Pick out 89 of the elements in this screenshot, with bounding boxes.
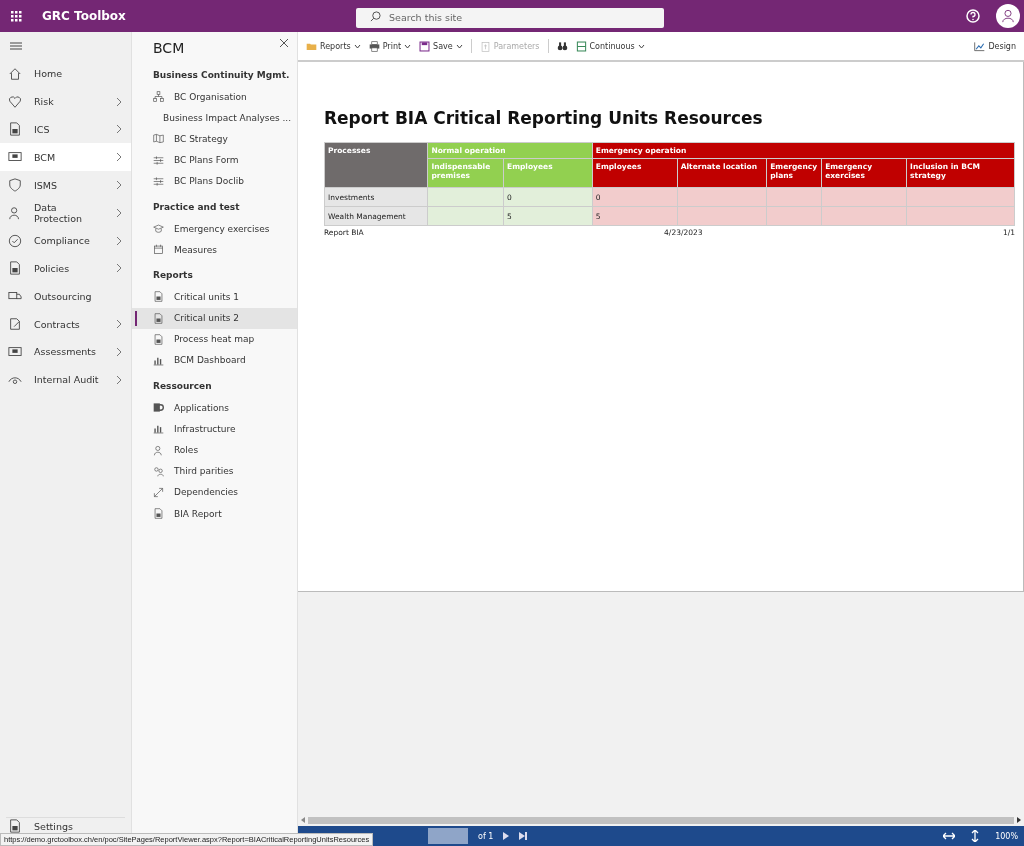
subnav-item[interactable]: BCM Dashboard [132, 349, 297, 372]
document-icon [8, 261, 22, 276]
report-icon [153, 508, 164, 520]
subnav-item[interactable]: Measures [132, 239, 297, 261]
subnav-item[interactable]: BC Plans Doclib [132, 170, 297, 192]
report-icon [153, 312, 164, 324]
person-icon [153, 444, 164, 456]
nav-item[interactable]: Assessments [0, 337, 131, 366]
subnav-item[interactable]: Third parities [132, 460, 297, 482]
panel-title: BCM [153, 40, 185, 58]
report-icon [153, 291, 164, 303]
subnav-item[interactable]: BIA Report [132, 503, 297, 525]
last-page-icon[interactable] [519, 832, 528, 840]
nav-item[interactable]: Home [0, 60, 131, 88]
toolbar-button[interactable]: Print [368, 40, 412, 52]
section-heading: Practice and test [152, 200, 241, 214]
nav-item[interactable]: ISMS [0, 171, 131, 199]
nav-item[interactable]: Data Protection [0, 199, 131, 227]
subnav-item[interactable]: Critical units 2 [132, 307, 297, 329]
sliders-icon [153, 175, 164, 187]
edit-icon [8, 317, 22, 332]
scroll-right-icon[interactable] [1017, 817, 1021, 823]
nav-item[interactable]: Policies [0, 254, 131, 283]
subnav-item[interactable]: Business Impact Analyses ... [132, 107, 297, 129]
printer-icon [368, 40, 380, 52]
document-icon [8, 122, 22, 137]
search-icon [370, 11, 381, 22]
search-field[interactable]: Search this site [356, 7, 664, 28]
toolbar-button[interactable]: Save [419, 40, 463, 52]
subnav-item[interactable]: Roles [132, 439, 297, 461]
calendar-icon [153, 244, 164, 256]
sliders-icon [153, 154, 164, 166]
nav-item[interactable]: Settings [6, 819, 125, 833]
nav-item[interactable]: Contracts [0, 310, 131, 338]
chat-icon [8, 344, 22, 359]
nav-item[interactable]: ICS [0, 115, 131, 144]
report-title: Report BIA Critical Reporting Units Resources [324, 108, 764, 128]
design-button[interactable]: Design [974, 40, 1016, 52]
subnav-item[interactable]: Applications [132, 397, 297, 419]
people-icon [153, 465, 164, 477]
map-icon [153, 133, 164, 145]
nav-item[interactable]: BCM [0, 143, 131, 172]
check-circle-icon [8, 233, 22, 248]
subnav-item[interactable]: Dependencies [132, 481, 297, 503]
avatar[interactable] [996, 4, 1020, 28]
binoculars-icon [556, 40, 568, 52]
app-launcher-icon[interactable] [10, 10, 22, 22]
subnav-item[interactable]: Emergency exercises [132, 217, 297, 240]
fit-height-icon[interactable] [971, 830, 980, 842]
page-input[interactable] [428, 828, 468, 844]
section-heading: Ressourcen [152, 380, 213, 394]
design-icon [974, 40, 986, 52]
shield-icon [8, 178, 22, 193]
scroll-left-icon[interactable] [301, 817, 305, 823]
parameters-icon [479, 40, 491, 52]
page-count: of 1 [478, 831, 494, 841]
graduation-cap-icon [153, 223, 164, 235]
nav-item[interactable]: Internal Audit [0, 365, 131, 394]
person-icon [8, 205, 22, 220]
toolbar-button[interactable]: Continuous [575, 40, 645, 52]
save-icon [419, 40, 431, 52]
continuous-icon [575, 40, 587, 52]
section-heading: Reports [152, 269, 194, 283]
close-icon[interactable] [279, 38, 289, 48]
bar-chart-icon [153, 423, 164, 435]
home-icon [8, 66, 22, 81]
nav-item[interactable]: Outsourcing [0, 282, 131, 311]
section-heading: Business Continuity Mgmt. [152, 69, 291, 82]
subnav-item[interactable]: BC Strategy [132, 128, 297, 150]
next-page-icon[interactable] [503, 832, 510, 840]
zoom-level[interactable]: 100% [995, 831, 1018, 841]
nav-item[interactable]: Risk [0, 87, 131, 116]
help-icon[interactable] [966, 9, 980, 23]
fit-width-icon[interactable] [943, 832, 956, 840]
subnav-item[interactable]: BC Organisation [132, 86, 297, 108]
app-title: GRC Toolbox [42, 9, 127, 23]
report-icon [153, 333, 164, 345]
arrow-icon [153, 486, 164, 498]
subnav-item[interactable]: Process heat map [132, 328, 297, 350]
subnav-item[interactable]: Critical units 1 [132, 286, 297, 308]
subnav-item[interactable]: BC Plans Form [132, 149, 297, 171]
nav-item[interactable]: Compliance [0, 226, 131, 255]
toolbar-button[interactable]: Reports [306, 40, 361, 52]
subnav-item[interactable]: Infrastructure [132, 418, 297, 440]
scrollbar-thumb[interactable] [308, 816, 1014, 824]
heart-icon [8, 94, 22, 109]
person-icon [1001, 9, 1015, 23]
org-chart-icon [153, 91, 164, 103]
app-icon [153, 402, 164, 414]
